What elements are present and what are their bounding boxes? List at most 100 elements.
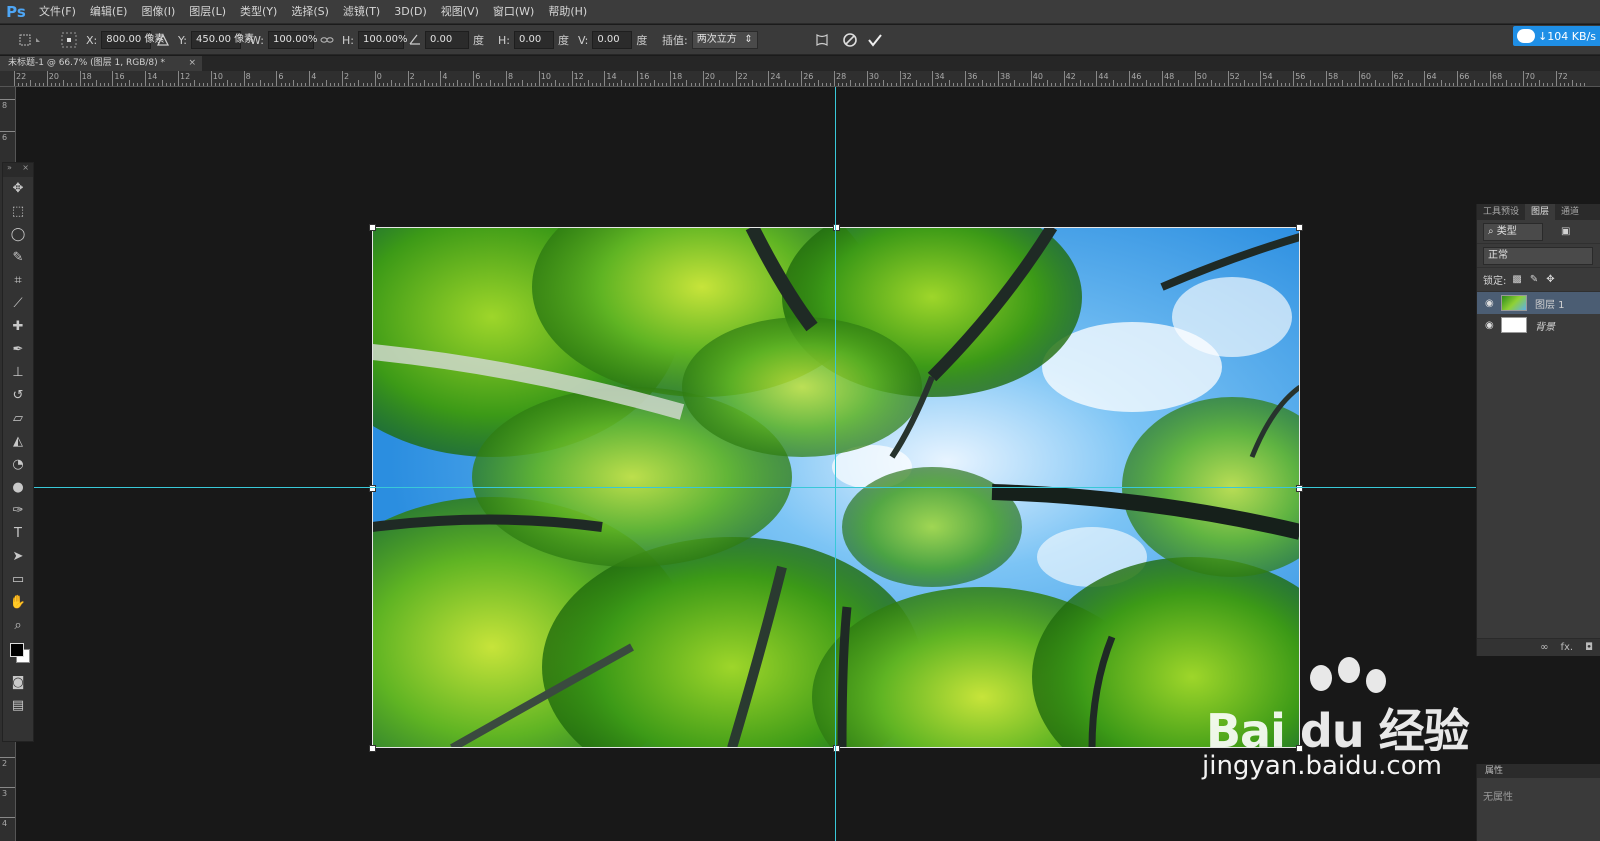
- zoom-tool-icon[interactable]: ⌕: [3, 614, 33, 637]
- menu-filter[interactable]: 滤镜(T): [336, 0, 387, 24]
- x-field[interactable]: 800.00 像素: [101, 31, 164, 49]
- ruler-minor-tick: [415, 83, 417, 86]
- ruler-minor-tick: [665, 83, 667, 86]
- interpolation-dropdown[interactable]: 两次立方 ⇕: [691, 31, 758, 49]
- visibility-eye-icon[interactable]: ◉: [1485, 320, 1501, 331]
- image-filter-icon[interactable]: ▣: [1561, 226, 1570, 237]
- ruler-minor-tick: [977, 83, 979, 86]
- eyedropper-tool-icon[interactable]: ⟋: [3, 292, 33, 315]
- brush-tool-icon[interactable]: ✒: [3, 338, 33, 361]
- ruler-minor-tick: [969, 83, 971, 86]
- ruler-minor-tick: [1346, 83, 1348, 86]
- crop-tool-icon[interactable]: ⌗: [3, 269, 33, 292]
- lock-transparent-icon[interactable]: ▩: [1512, 274, 1521, 285]
- transform-tool-icon[interactable]: [18, 25, 44, 55]
- width-field[interactable]: 100.00%: [267, 31, 317, 49]
- foreground-color-swatch[interactable]: [10, 643, 24, 657]
- horizontal-guide[interactable]: [34, 487, 1476, 488]
- hskew-field[interactable]: 0.00: [513, 31, 554, 49]
- ruler-minor-tick: [534, 83, 536, 86]
- layer-row-layer1[interactable]: ◉ 图层 1: [1477, 292, 1600, 314]
- toolbox-close-icon[interactable]: ×: [22, 163, 29, 177]
- ruler-label: 6: [2, 133, 8, 142]
- ruler-tick: [243, 71, 245, 86]
- tab-layers[interactable]: 图层: [1525, 204, 1556, 220]
- visibility-eye-icon[interactable]: ◉: [1485, 298, 1501, 309]
- quick-mask-icon[interactable]: ◙: [3, 671, 33, 694]
- menu-3d[interactable]: 3D(D): [387, 0, 434, 24]
- ruler-minor-tick: [870, 83, 872, 86]
- screen-mode-icon[interactable]: ▤: [3, 694, 33, 717]
- reference-point-icon[interactable]: [60, 25, 78, 55]
- transform-handle-bottom-left[interactable]: [369, 745, 376, 752]
- blur-tool-icon[interactable]: ◔: [3, 453, 33, 476]
- height-field[interactable]: 100.00%: [357, 31, 407, 49]
- lasso-tool-icon[interactable]: ◯: [3, 223, 33, 246]
- menu-window[interactable]: 窗口(W): [486, 0, 541, 24]
- tab-tool-presets[interactable]: 工具预设: [1477, 204, 1525, 220]
- lock-position-icon[interactable]: ✥: [1546, 274, 1554, 285]
- pen-tool-icon[interactable]: ✑: [3, 499, 33, 522]
- paint-bucket-tool-icon[interactable]: ◭: [3, 430, 33, 453]
- ruler-minor-tick: [583, 83, 585, 86]
- menu-edit[interactable]: 编辑(E): [83, 0, 135, 24]
- ruler-minor-tick: [1166, 83, 1168, 86]
- clone-stamp-tool-icon[interactable]: ⊥: [3, 361, 33, 384]
- menu-help[interactable]: 帮助(H): [541, 0, 594, 24]
- blend-mode-dropdown[interactable]: 正常: [1483, 246, 1593, 265]
- vskew-unit: 度: [636, 34, 648, 47]
- properties-title[interactable]: 属性: [1477, 764, 1600, 778]
- transform-handle-top-left[interactable]: [369, 224, 376, 231]
- ruler-label: 62: [1393, 72, 1404, 81]
- dodge-tool-icon[interactable]: ●: [3, 476, 33, 499]
- lock-paint-icon[interactable]: ✎: [1530, 274, 1538, 285]
- eraser-tool-icon[interactable]: ▱: [3, 407, 33, 430]
- warp-mode-icon[interactable]: [814, 25, 830, 55]
- type-tool-icon[interactable]: T: [3, 522, 33, 545]
- cancel-transform-icon[interactable]: [842, 25, 858, 55]
- transform-handle-top-right[interactable]: [1296, 224, 1303, 231]
- vskew-field[interactable]: 0.00: [592, 31, 633, 49]
- ruler-minor-tick: [698, 83, 700, 86]
- angle-field[interactable]: 0.00: [425, 31, 469, 49]
- hand-tool-icon[interactable]: ✋: [3, 591, 33, 614]
- h-label: H:: [342, 33, 354, 47]
- toolbox-header[interactable]: » ×: [3, 163, 33, 177]
- ruler-minor-tick: [1268, 83, 1270, 86]
- healing-brush-tool-icon[interactable]: ✚: [3, 315, 33, 338]
- menu-type[interactable]: 类型(Y): [233, 0, 284, 24]
- layer-style-button[interactable]: fx.: [1560, 642, 1573, 653]
- menu-select[interactable]: 选择(S): [284, 0, 336, 24]
- document-tab[interactable]: 未标题-1 @ 66.7% (图层 1, RGB/8) * ×: [0, 56, 202, 71]
- menu-file[interactable]: 文件(F): [32, 0, 83, 24]
- add-mask-icon[interactable]: ◘: [1585, 642, 1593, 653]
- tab-channels[interactable]: 通道: [1555, 204, 1585, 220]
- path-selection-tool-icon[interactable]: ➤: [3, 545, 33, 568]
- quick-select-tool-icon[interactable]: ✎: [3, 246, 33, 269]
- history-brush-tool-icon[interactable]: ↺: [3, 384, 33, 407]
- menu-layer[interactable]: 图层(L): [182, 0, 233, 24]
- shape-tool-icon[interactable]: ▭: [3, 568, 33, 591]
- menu-view[interactable]: 视图(V): [434, 0, 486, 24]
- link-icon[interactable]: [320, 25, 334, 55]
- commit-transform-icon[interactable]: [867, 25, 883, 55]
- move-tool-icon[interactable]: ✥: [3, 177, 33, 200]
- ruler-minor-tick: [432, 83, 434, 86]
- vertical-guide[interactable]: [835, 87, 836, 841]
- delta-icon[interactable]: [156, 25, 170, 55]
- link-layers-icon[interactable]: ∞: [1540, 642, 1548, 653]
- toolbox-expand-icon[interactable]: »: [7, 163, 12, 177]
- marquee-tool-icon[interactable]: ⬚: [3, 200, 33, 223]
- ruler-minor-tick: [1387, 83, 1389, 86]
- ruler-minor-tick: [448, 83, 450, 86]
- ruler-tick: [834, 71, 835, 86]
- ruler-minor-tick: [280, 83, 282, 86]
- layer-filter-dropdown[interactable]: ⌕ 类型: [1483, 222, 1543, 241]
- ruler-label: 4: [442, 72, 448, 81]
- color-swatches[interactable]: [3, 637, 33, 671]
- menu-image[interactable]: 图像(I): [134, 0, 182, 24]
- y-field[interactable]: 450.00 像素: [190, 31, 254, 49]
- layer-row-background[interactable]: ◉ 背景: [1477, 314, 1600, 336]
- ruler-tick: [342, 71, 343, 86]
- document-tab-close-icon[interactable]: ×: [188, 56, 196, 71]
